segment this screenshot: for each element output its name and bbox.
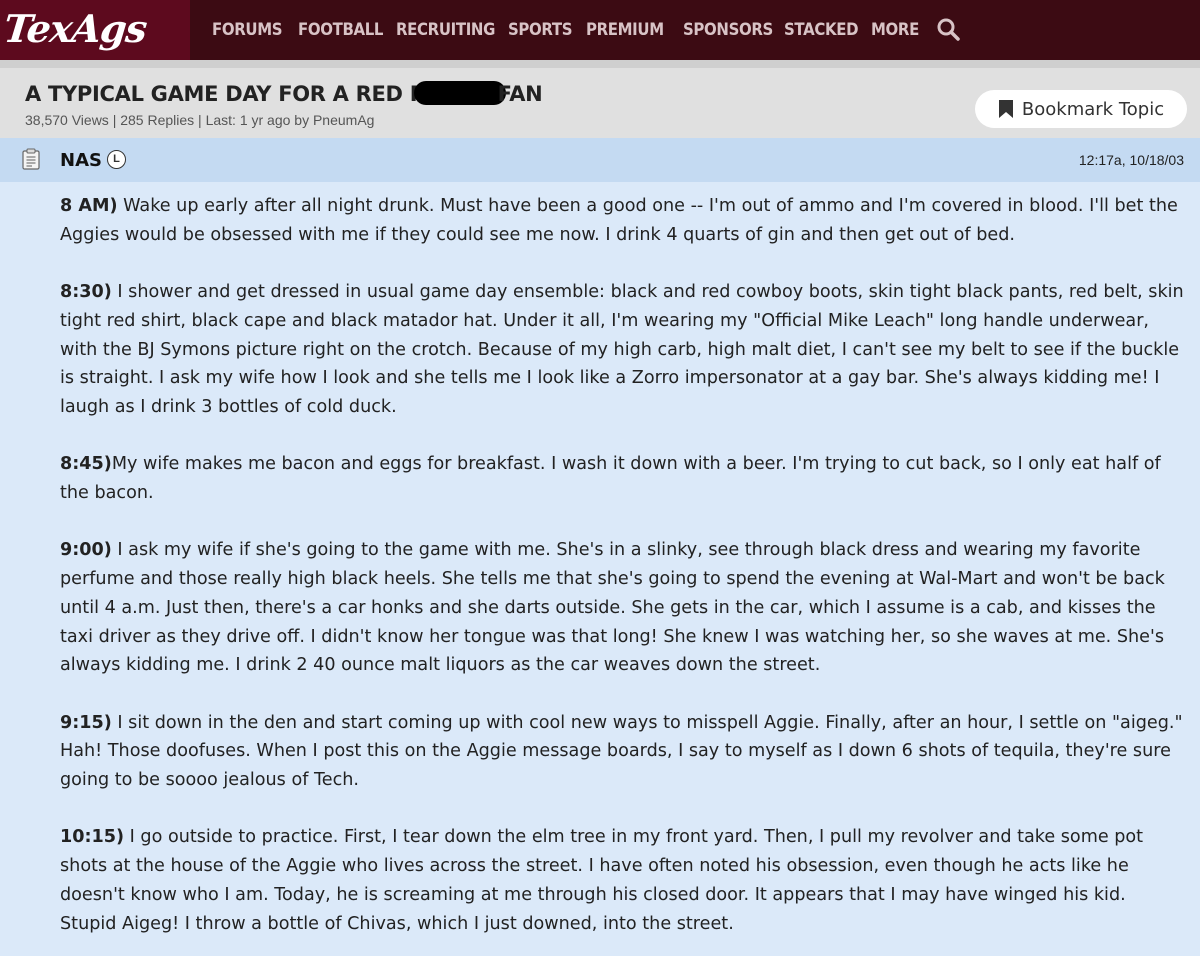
nav-item-forums[interactable]: FORUMS [212, 20, 283, 40]
bookmark-topic-button[interactable]: Bookmark Topic [975, 90, 1187, 128]
nav-menu: FORUMS FOOTBALL RECRUITING SPORTS PREMIU… [212, 0, 939, 60]
clipboard-icon[interactable] [22, 148, 40, 170]
paragraph-text: I ask my wife if she's going to the game… [60, 540, 1165, 676]
post-paragraph: 9:00) I ask my wife if she's going to th… [60, 536, 1185, 680]
post-paragraph: 10:15) I go outside to practice. First, … [60, 823, 1185, 938]
post-header: NAS L 12:17a, 10/18/03 [0, 138, 1200, 182]
topic-header: A TYPICAL GAME DAY FOR A RED R FAN 38,570… [0, 60, 1200, 138]
nav-item-football[interactable]: FOOTBALL [298, 20, 383, 40]
time-label: 8 AM) [60, 196, 118, 216]
post-paragraph: 8:45)My wife makes me bacon and eggs for… [60, 450, 1185, 507]
time-label: 10:15) [60, 827, 125, 848]
time-label: 8:45) [60, 454, 112, 475]
nav-item-sponsors[interactable]: SPONSORS [683, 20, 773, 40]
post-paragraph: 8:30) I shower and get dressed in usual … [60, 278, 1185, 422]
paragraph-text: Wake up early after all night drunk. Mus… [60, 196, 1178, 245]
time-label: 8:30) [60, 282, 112, 303]
paragraph-text: I go outside to practice. First, I tear … [60, 827, 1144, 934]
post-author[interactable]: NAS [60, 150, 102, 171]
paragraph-text: I shower and get dressed in usual game d… [60, 282, 1184, 417]
topic-title-start: A TYPICAL GAME DAY FOR A RED R [25, 82, 426, 106]
post-paragraph: 8 AM) Wake up early after all night drun… [60, 192, 1185, 249]
bookmark-topic-label: Bookmark Topic [1021, 98, 1165, 120]
site-logo[interactable]: TexAgs [2, 6, 149, 51]
bookmark-icon [998, 100, 1013, 118]
author-badge: L [107, 150, 126, 169]
time-label: 9:00) [60, 540, 112, 561]
nav-item-more[interactable]: MORE [871, 20, 919, 40]
nav-item-sports[interactable]: SPORTS [508, 20, 573, 40]
post-body: 8 AM) Wake up early after all night drun… [60, 192, 1185, 956]
topic-title-end: FAN [497, 82, 543, 106]
paragraph-text: My wife makes me bacon and eggs for brea… [60, 454, 1161, 503]
post-paragraph: 9:15) I sit down in the den and start co… [60, 709, 1185, 795]
paragraph-text: I sit down in the den and start coming u… [60, 712, 1183, 790]
top-navigation-bar: TexAgs FORUMS FOOTBALL RECRUITING SPORTS… [0, 0, 1200, 60]
search-icon[interactable] [936, 17, 960, 41]
redaction-mark [413, 81, 506, 105]
nav-item-stacked[interactable]: STACKED [784, 20, 859, 40]
time-label: 9:15) [60, 712, 112, 733]
topic-meta: 38,570 Views | 285 Replies | Last: 1 yr … [25, 112, 375, 128]
topic-title: A TYPICAL GAME DAY FOR A RED R FAN [25, 81, 543, 106]
nav-item-premium[interactable]: PREMIUM [586, 20, 664, 40]
nav-item-recruiting[interactable]: RECRUITING [396, 20, 495, 40]
logo-block[interactable]: TexAgs [0, 0, 190, 60]
post-timestamp[interactable]: 12:17a, 10/18/03 [1079, 152, 1184, 168]
